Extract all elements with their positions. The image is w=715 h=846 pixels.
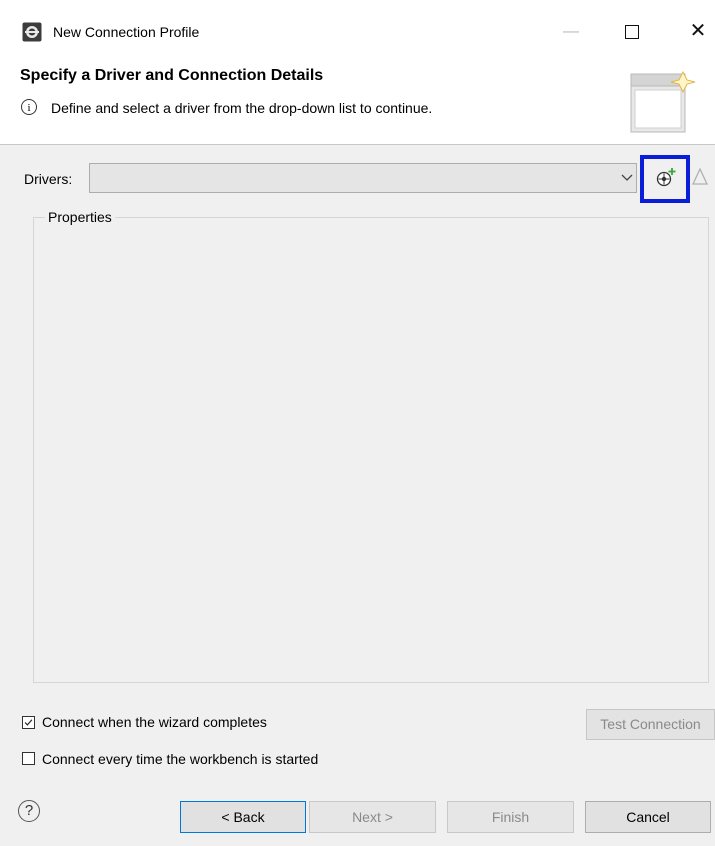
edit-driver-icon[interactable] [690,165,710,187]
next-button[interactable]: Next > [309,801,436,833]
drivers-label: Drivers: [24,171,73,187]
maximize-icon [625,25,639,39]
back-button[interactable]: < Back [180,801,306,833]
test-connection-button[interactable]: Test Connection [586,709,715,740]
properties-label: Properties [45,207,115,227]
help-icon[interactable]: ? [18,800,40,822]
wizard-banner-icon [630,70,696,133]
drivers-dropdown[interactable] [89,163,637,193]
wizard-page-description: Define and select a driver from the drop… [51,100,433,116]
minimize-button[interactable]: — [556,20,586,44]
info-icon: i [21,99,37,115]
eclipse-app-icon [22,22,42,42]
connect-on-complete-checkbox[interactable] [22,716,35,729]
connect-on-startup-checkbox[interactable] [22,752,35,765]
finish-button[interactable]: Finish [447,801,574,833]
maximize-button[interactable] [617,20,647,44]
connect-on-complete-label[interactable]: Connect when the wizard completes [42,712,267,732]
properties-group [33,217,709,683]
new-driver-button[interactable] [640,155,690,203]
new-driver-icon [656,168,676,187]
cancel-button[interactable]: Cancel [585,801,711,833]
connect-on-startup-label[interactable]: Connect every time the workbench is star… [42,749,318,769]
wizard-page-title: Specify a Driver and Connection Details [20,67,324,84]
window-title: New Connection Profile [53,24,200,40]
chevron-down-icon[interactable] [619,166,635,190]
close-button[interactable]: ✕ [686,18,710,44]
